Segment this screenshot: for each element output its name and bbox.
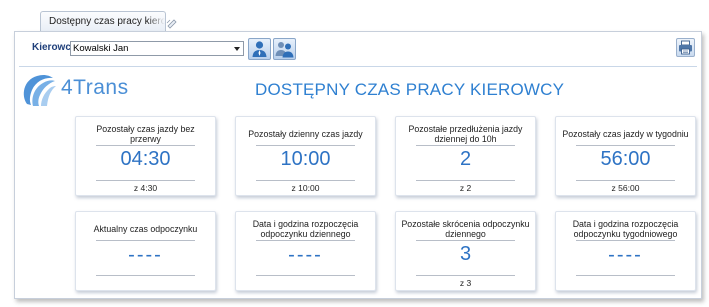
card-remaining-rest-reductions: Pozostałe skrócenia odpoczynku dziennego… <box>395 211 536 291</box>
tab-strip: Dostępny czas pracy kierowcy <box>0 0 709 32</box>
card-divider <box>416 180 515 181</box>
brand-name: 4Trans <box>61 76 129 99</box>
card-current-rest-time: Aktualny czas odpoczynku ---- <box>75 211 216 291</box>
card-divider <box>416 240 515 241</box>
card-remaining-weekly-driving: Pozostały czas jazdy w tygodniu 56:00 z … <box>555 116 696 196</box>
multiple-drivers-icon <box>275 42 294 58</box>
card-remaining-continuous-driving: Pozostały czas jazdy bez przerwy 04:30 z… <box>75 116 216 196</box>
card-label: Data i godzina rozpoczęcia odpoczynku dz… <box>252 219 359 239</box>
card-divider <box>256 240 355 241</box>
card-divider <box>96 275 195 276</box>
card-divider <box>576 180 675 181</box>
card-value: 10:00 <box>280 148 331 170</box>
driver-select-value: Kowalski Jan <box>73 43 129 54</box>
card-label: Pozostałe skrócenia odpoczynku dziennego <box>401 219 530 239</box>
card-value: ---- <box>608 244 643 266</box>
card-divider <box>96 180 195 181</box>
card-weekly-rest-start: Data i godzina rozpoczęcia odpoczynku ty… <box>555 211 696 291</box>
card-subvalue: z 4:30 <box>133 183 158 193</box>
app-window: Kierowca Kowalski Jan 4Trans DOSTĘPNY CZ… <box>14 31 702 299</box>
card-divider <box>256 180 355 181</box>
card-value: ---- <box>128 244 163 266</box>
brand-logo: 4Trans <box>19 72 149 112</box>
multiple-drivers-button[interactable] <box>273 38 296 60</box>
card-divider <box>576 145 675 146</box>
single-driver-button[interactable] <box>248 38 271 60</box>
card-value: ---- <box>288 244 323 266</box>
card-value: 2 <box>459 148 472 170</box>
card-remaining-daily-driving: Pozostały dzienny czas jazdy 10:00 z 10:… <box>235 116 376 196</box>
card-subvalue: z 56:00 <box>611 183 640 193</box>
card-daily-rest-start: Data i godzina rozpoczęcia odpoczynku dz… <box>235 211 376 291</box>
toolbar-divider <box>19 66 697 67</box>
card-value: 56:00 <box>600 148 651 170</box>
page-title: DOSTĘPNY CZAS PRACY KIEROWCY <box>255 80 565 99</box>
card-value: 3 <box>459 243 472 265</box>
printer-icon <box>679 40 692 55</box>
print-button[interactable] <box>676 38 695 57</box>
card-divider <box>416 145 515 146</box>
4trans-logo-icon <box>23 74 56 106</box>
card-divider <box>256 145 355 146</box>
single-driver-icon <box>252 41 267 57</box>
card-subvalue: z 2 <box>459 183 472 193</box>
card-divider <box>576 240 675 241</box>
card-label: Pozostały dzienny czas jazdy <box>248 129 363 139</box>
driver-select[interactable]: Kowalski Jan <box>70 41 244 56</box>
card-label: Aktualny czas odpoczynku <box>93 224 198 234</box>
card-divider <box>256 275 355 276</box>
card-label: Pozostałe przedłużenia jazdy dziennej do… <box>408 124 523 144</box>
card-label: Pozostały czas jazdy bez przerwy <box>96 124 195 144</box>
new-tab-icon[interactable] <box>166 17 178 29</box>
card-divider <box>96 145 195 146</box>
chevron-down-icon <box>234 47 240 51</box>
card-label: Pozostały czas jazdy w tygodniu <box>562 129 689 139</box>
tab-driver-time[interactable]: Dostępny czas pracy kierowcy <box>40 11 166 32</box>
card-remaining-extensions: Pozostałe przedłużenia jazdy dziennej do… <box>395 116 536 196</box>
card-divider <box>416 275 515 276</box>
card-divider <box>96 240 195 241</box>
card-value: 04:30 <box>120 148 171 170</box>
card-subvalue: z 3 <box>459 278 472 288</box>
card-label: Data i godzina rozpoczęcia odpoczynku ty… <box>572 219 679 239</box>
card-divider <box>576 275 675 276</box>
toolbar: Kierowca Kowalski Jan <box>15 32 701 66</box>
card-subvalue: z 10:00 <box>291 183 320 193</box>
tab-label: Dostępny czas pracy kierowcy <box>49 16 165 27</box>
